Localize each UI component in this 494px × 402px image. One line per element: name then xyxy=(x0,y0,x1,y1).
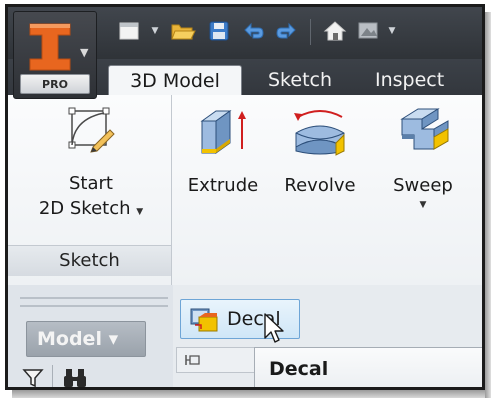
tab-3d-model[interactable]: 3D Model xyxy=(108,65,242,95)
extrude-label: Extrude xyxy=(187,175,259,196)
binoculars-icon[interactable] xyxy=(62,367,88,389)
revolve-button[interactable]: Revolve xyxy=(272,105,368,215)
sweep-label: Sweep xyxy=(393,175,453,196)
sweep-button[interactable]: Sweep ▼ xyxy=(378,105,468,245)
chevron-down-icon: ▼ xyxy=(419,200,427,210)
chevron-down-icon[interactable]: ▼ xyxy=(148,17,162,45)
tab-inspect[interactable]: Inspect xyxy=(365,65,454,95)
start-sketch-icon xyxy=(68,107,115,153)
browser-toolbar xyxy=(22,365,172,389)
application-menu-button[interactable]: ▼ PRO xyxy=(13,11,97,99)
app-window: ▼ PRO ▼ ▼ 3D Model Sketch Inspect Start … xyxy=(5,4,485,390)
toolbar-separator xyxy=(310,19,311,45)
tab-sketch[interactable]: Sketch xyxy=(258,65,342,95)
open-folder-icon[interactable] xyxy=(166,17,200,45)
extrude-icon xyxy=(200,110,246,154)
toolbar-separator xyxy=(52,365,53,387)
save-icon[interactable] xyxy=(204,17,234,45)
revolve-label: Revolve xyxy=(284,175,356,196)
window-shadow xyxy=(485,12,491,398)
ribbon-panel: Start 2D Sketch ▼ Sketch Extrude Revolve… xyxy=(8,95,482,286)
sweep-icon xyxy=(400,108,449,150)
start-sketch-label-line1: Start xyxy=(69,173,113,194)
tab-overflow[interactable] xyxy=(478,65,482,95)
chevron-down-icon: ▼ xyxy=(80,46,89,59)
home-icon[interactable] xyxy=(320,17,350,45)
panel-grip-handle[interactable] xyxy=(20,297,168,307)
decal-tooltip: Decal xyxy=(254,347,482,387)
extrude-button[interactable]: Extrude xyxy=(180,105,266,215)
window-shadow xyxy=(12,390,488,398)
start-sketch-label-line2: 2D Sketch ▼ xyxy=(38,198,144,219)
decal-icon xyxy=(190,308,218,332)
new-document-icon[interactable] xyxy=(112,17,146,45)
start-2d-sketch-button[interactable]: Start 2D Sketch ▼ xyxy=(26,105,156,245)
chevron-down-icon[interactable]: ▼ xyxy=(386,17,398,45)
undo-icon[interactable] xyxy=(238,17,268,45)
sketch-group-label: Sketch xyxy=(8,245,171,276)
revolve-icon xyxy=(294,110,345,156)
mouse-cursor-icon xyxy=(264,313,284,343)
model-browser-tab[interactable]: Model ▾ xyxy=(26,321,146,357)
appearance-icon[interactable] xyxy=(354,17,384,45)
redo-icon[interactable] xyxy=(272,17,302,45)
tooltip-title: Decal xyxy=(269,358,329,380)
chevron-down-icon: ▼ xyxy=(136,207,144,217)
inventor-logo-icon xyxy=(29,23,71,71)
edition-badge: PRO xyxy=(20,74,90,94)
panel-pin-strip[interactable] xyxy=(176,347,256,373)
ribbon-group-divider xyxy=(171,95,172,285)
filter-icon[interactable] xyxy=(22,367,44,389)
pin-icon[interactable] xyxy=(185,352,203,368)
